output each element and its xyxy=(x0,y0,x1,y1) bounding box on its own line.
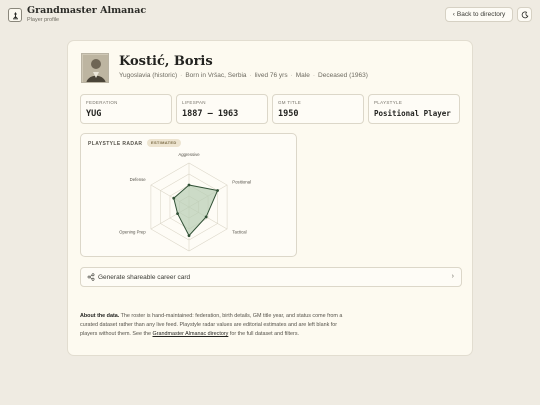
share-label: Generate shareable career card xyxy=(98,274,191,281)
chevron-right-icon: › xyxy=(451,273,454,280)
player-name: Kostić, Boris xyxy=(119,54,213,69)
radar-point-positional xyxy=(216,189,219,192)
about-tail: for the full dataset and filters. xyxy=(229,331,300,337)
app-title: Grandmaster Almanac xyxy=(27,5,147,16)
app-logo-icon xyxy=(8,8,22,22)
radar-point-opening-prep xyxy=(176,212,179,215)
radar-axis-label-opening-prep: Opening Prep xyxy=(119,230,146,235)
stat-value: 1950 xyxy=(278,109,299,119)
radar-point-tactical xyxy=(204,215,208,219)
about-data-note: About the data. The roster is hand-maint… xyxy=(80,312,350,339)
top-bar: Grandmaster Almanac Player profile ‹ Bac… xyxy=(0,0,540,32)
radar-axis-label-defense: Defense xyxy=(130,177,147,182)
radar-point-endgame xyxy=(187,234,191,237)
meta-gender: Male xyxy=(295,72,310,79)
directory-link[interactable]: Grandmaster Almanac directory xyxy=(153,331,229,337)
radar-series-area xyxy=(173,184,219,237)
radar-point-aggressive xyxy=(187,183,191,187)
meta-country: Yugoslavia (historic) xyxy=(119,72,178,79)
stat-label: LIFESPAN xyxy=(182,100,206,105)
share-icon xyxy=(87,273,95,281)
stat-gm-title: GM TITLE 1950 xyxy=(272,94,364,124)
player-avatar xyxy=(81,53,109,83)
stat-federation: FEDERATION YUG xyxy=(80,94,172,124)
radar-axis-label-positional: Positional xyxy=(232,180,251,185)
meta-age: lived 76 yrs xyxy=(254,72,288,79)
stat-playstyle: PLAYSTYLE Positional Player xyxy=(368,94,460,124)
player-card: Kostić, Boris Yugoslavia (historic) · Born… xyxy=(67,40,473,356)
stat-value: 1887 – 1963 xyxy=(182,109,239,119)
stat-value: YUG xyxy=(86,109,102,119)
meta-birthplace: Born in Vršac, Serbia xyxy=(185,72,247,79)
generate-career-card-button[interactable]: Generate shareable career card › xyxy=(80,267,462,287)
stat-value: Positional Player xyxy=(374,109,451,118)
moon-icon xyxy=(521,10,528,18)
radar-point-defense xyxy=(172,196,176,200)
radar-axis-label-tactical: Tactical xyxy=(232,230,246,235)
about-heading: About the data. xyxy=(80,313,120,319)
player-meta: Yugoslavia (historic) · Born in Vršac, Ser… xyxy=(119,72,368,79)
stat-label: PLAYSTYLE xyxy=(374,100,403,105)
radar-chart: AggressivePositionalTacticalEndgameOpeni… xyxy=(119,152,251,252)
stat-label: GM TITLE xyxy=(278,100,302,105)
theme-toggle-button[interactable] xyxy=(517,7,532,22)
meta-status: Deceased (1963) xyxy=(318,72,368,79)
app-subtitle: Player profile xyxy=(27,17,60,23)
playstyle-radar-panel: PLAYSTYLE RADAR ESTIMATED Aggressive Posi… xyxy=(80,133,297,257)
stat-label: FEDERATION xyxy=(86,100,118,105)
back-button-label: Back to directory xyxy=(456,11,506,18)
back-to-directory-button[interactable]: ‹ Back to directory xyxy=(445,7,513,22)
radar-axis-label-aggressive: Aggressive xyxy=(178,152,200,157)
stat-lifespan: LIFESPAN 1887 – 1963 xyxy=(176,94,268,124)
chevron-left-icon: ‹ xyxy=(452,11,455,18)
